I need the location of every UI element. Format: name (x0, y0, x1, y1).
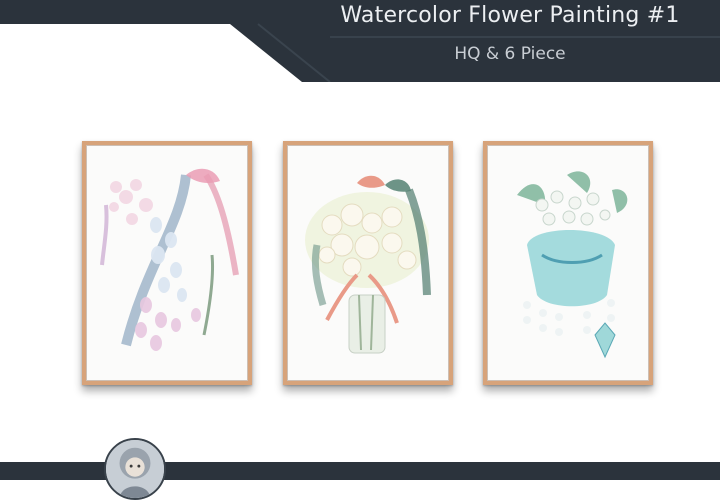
painting-frame-2 (283, 141, 453, 385)
hanging-planter-painting (517, 171, 628, 359)
avatar (104, 438, 166, 500)
painting-frame-1 (82, 141, 252, 385)
painting-frame-3 (483, 141, 653, 385)
doll-avatar-icon (106, 440, 164, 498)
painting-gallery (0, 0, 720, 480)
flower-bouquet-painting (305, 175, 431, 354)
flower-cascade-painting (100, 168, 239, 351)
